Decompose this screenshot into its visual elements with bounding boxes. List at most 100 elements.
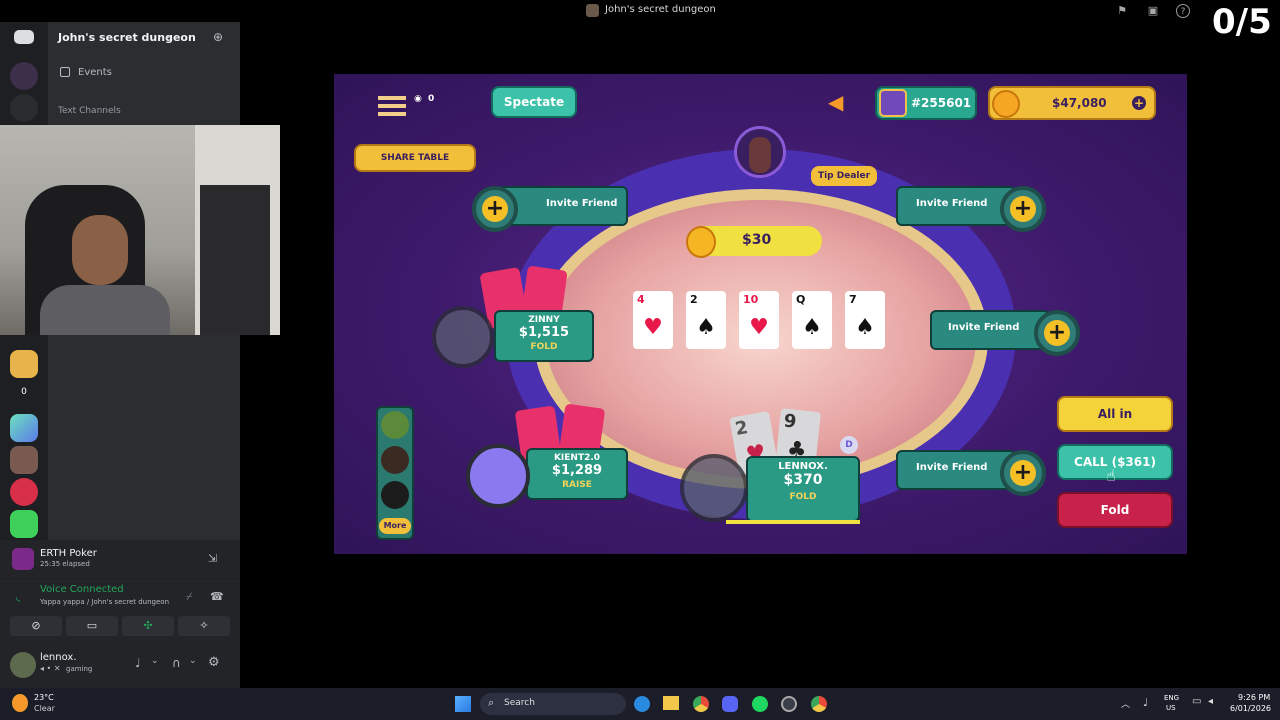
camera-off-icon[interactable]: ⊘ [10,616,62,636]
status-icons: ◂ • ✕ [40,664,61,673]
voice-channel[interactable]: Yappa yappa / John's secret dungeon [40,598,169,606]
server-name-header[interactable]: John's secret dungeon [58,31,196,44]
card-rank: 2 [690,293,698,306]
file-explorer-icon[interactable] [663,696,679,710]
help-icon[interactable]: ? [1176,4,1190,18]
headphones-icon[interactable]: ∩ [172,656,181,670]
screen: John's secret dungeon ⚑ ▣ ? 0/5 0 John's… [0,0,1280,720]
headphone-options-chevron-icon[interactable]: ⌄ [189,656,197,666]
card-rank: 7 [849,293,857,306]
events-link[interactable]: Events [78,67,112,78]
microphone-icon[interactable]: ♩ [135,656,141,670]
server-icon-x[interactable] [10,510,38,538]
megaphone-icon[interactable]: ◀ [828,90,843,114]
invite-plus-top-right[interactable]: + [1000,186,1046,232]
community-cards: 4 ♥ 2 ♠ 10 ♥ Q ♠ 7 ♠ [633,291,893,351]
flag-icon[interactable]: ⚑ [1115,4,1129,18]
user-status: gaming [66,665,93,673]
settings-gear-icon[interactable]: ⚙ [208,655,220,670]
dealer-button-chip: D [840,436,858,454]
lennox-avatar[interactable] [680,454,748,522]
card-suit: ♥ [643,315,663,340]
server-icon-cube[interactable] [10,414,38,442]
fold-button[interactable]: Fold [1057,492,1173,528]
spectator-count: 0 [428,94,435,104]
taskbar-search[interactable]: ⌕ Search [480,693,626,715]
card-rank: 4 [637,293,645,306]
tip-dealer-button[interactable]: Tip Dealer [811,166,877,186]
weather-moon-icon[interactable] [12,694,28,712]
popout-icon[interactable]: ▣ [1146,4,1160,18]
discord-taskbar-icon[interactable] [722,696,738,712]
zinny-action: FOLD [530,342,558,352]
server-icon-car[interactable] [10,446,38,474]
volume-icon[interactable]: ◂ [1208,696,1213,707]
kient-name: KIENT2.0 [553,453,601,463]
rank-panel[interactable]: #255601 [875,86,977,120]
clock-time[interactable]: 9:26 PM [1238,693,1270,702]
add-coins-icon[interactable]: + [1132,96,1146,110]
activity-icon[interactable]: ✣ [122,616,174,636]
spectator-avatar[interactable] [381,411,409,439]
kient-avatar[interactable] [466,444,530,508]
voice-status[interactable]: Voice Connected [40,584,124,595]
share-table-button[interactable]: SHARE TABLE [354,144,476,172]
rank-value: #255601 [911,96,972,110]
chevron-down-icon[interactable]: ⌄ [165,31,173,41]
invite-label: Invite Friend [916,462,988,473]
tray-mic-icon[interactable]: ♩ [1143,696,1148,709]
lang-line2: US [1166,704,1176,712]
balance-panel[interactable]: $47,080 + [988,86,1156,120]
network-icon[interactable]: ▭ [1192,696,1201,707]
crown-icon [879,89,907,117]
window-title: John's secret dungeon [605,4,716,15]
spectate-button[interactable]: Spectate [491,86,577,118]
noise-suppression-icon[interactable]: ⌿ [186,590,193,604]
activity-elapsed: 25:35 elapsed [40,560,90,568]
plus-icon: + [1010,460,1036,486]
all-in-button[interactable]: All in [1057,396,1173,432]
invite-seat-bottom-right[interactable]: Invite Friend [896,450,1016,490]
server-icon-donut[interactable] [10,478,38,506]
balance-value: $47,080 [1052,96,1107,110]
leave-activity-icon[interactable]: ⇲ [208,552,217,565]
windows-start-icon[interactable] [455,696,471,712]
invite-label: Invite Friend [546,198,618,209]
spectator-avatar[interactable] [381,481,409,509]
edge-icon[interactable] [634,696,650,712]
tray-chevron-icon[interactable]: ︿ [1121,697,1130,710]
server-icon-hood[interactable] [10,62,38,90]
weather-temp[interactable]: 23°C [34,693,54,702]
chrome-profile-icon[interactable] [811,696,827,712]
screen-share-icon[interactable]: ▭ [66,616,118,636]
server-icon-skull[interactable] [10,94,38,122]
invite-plus-right[interactable]: + [1034,310,1080,356]
add-member-icon[interactable]: ⊕ [213,30,223,44]
text-channels-header[interactable]: Text Channels [58,106,121,116]
activity-name[interactable]: ERTH Poker [40,548,97,559]
invite-label: Invite Friend [948,322,1020,333]
community-card: 2 ♠ [686,291,726,349]
invite-seat-right[interactable]: Invite Friend [930,310,1050,350]
invite-plus-top-left[interactable]: + [472,186,518,232]
soundboard-icon[interactable]: ✧ [178,616,230,636]
erth-poker-icon [12,548,34,570]
spectator-avatar[interactable] [381,446,409,474]
invite-plus-bottom-right[interactable]: + [1000,450,1046,496]
disconnect-icon[interactable]: ☎ [210,590,224,603]
chrome-icon[interactable] [693,696,709,712]
community-card: 7 ♠ [845,291,885,349]
menu-icon[interactable] [378,96,406,116]
app-icon[interactable] [781,696,797,712]
user-avatar[interactable] [10,652,36,678]
spotify-icon[interactable] [752,696,768,712]
zinny-avatar[interactable] [432,306,494,368]
card-rank: Q [796,293,806,306]
discord-home-icon[interactable] [14,30,34,44]
mic-options-chevron-icon[interactable]: ⌄ [151,656,159,666]
server-icon-taco[interactable] [10,350,38,378]
more-button[interactable]: More [379,518,411,534]
lang-line1[interactable]: ENG [1164,694,1179,702]
invite-seat-top-right[interactable]: Invite Friend [896,186,1016,226]
user-name[interactable]: lennox. [40,652,77,663]
